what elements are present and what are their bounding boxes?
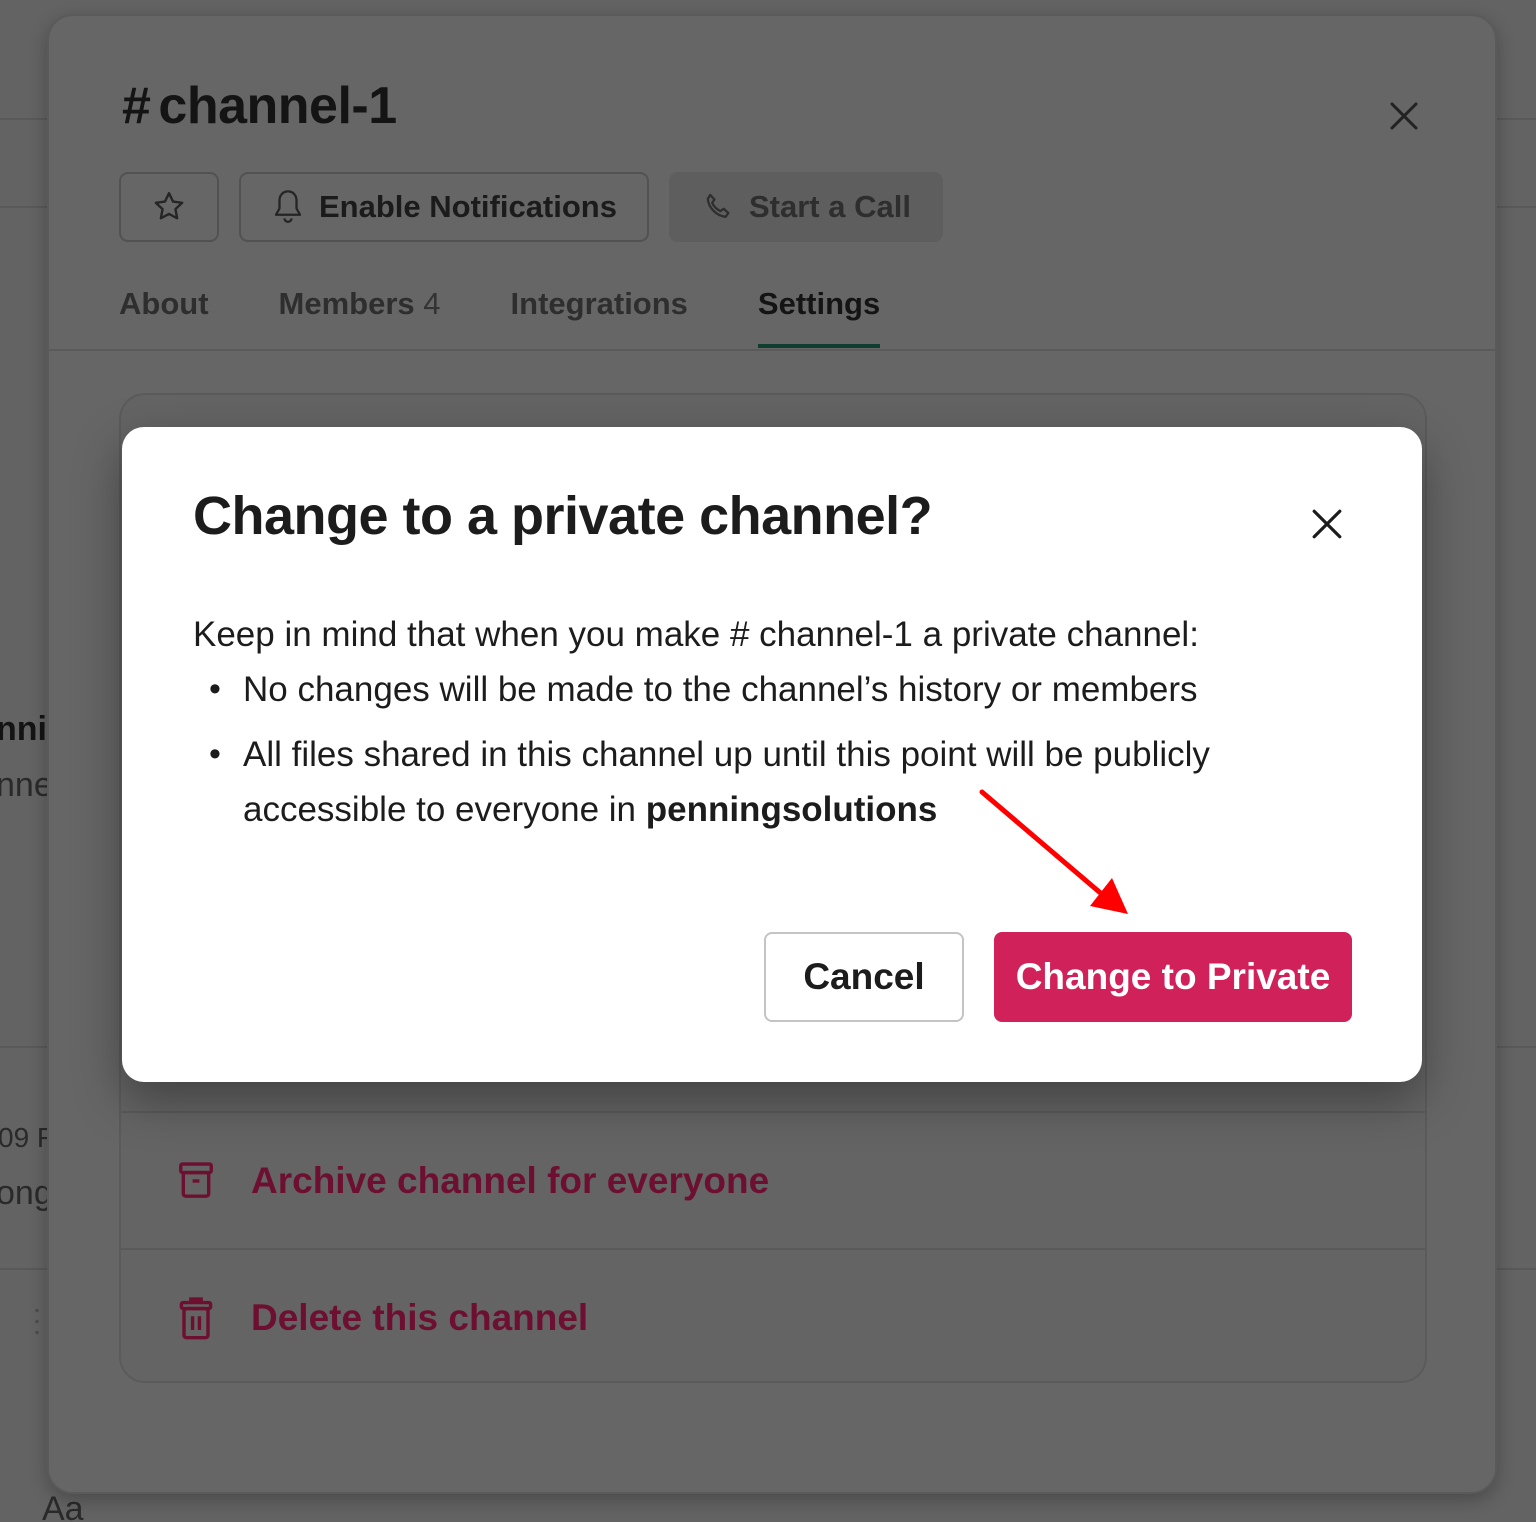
star-button[interactable] — [119, 172, 219, 242]
start-call-button[interactable]: Start a Call — [668, 172, 943, 242]
tab-about[interactable]: About — [119, 286, 209, 344]
panel-close-button[interactable] — [1382, 94, 1426, 138]
phone-icon — [706, 193, 730, 218]
archive-channel-label: Archive channel for everyone — [251, 1159, 770, 1201]
tab-members-label: Members — [278, 286, 415, 321]
archive-channel-row[interactable]: Archive channel for everyone — [121, 1111, 1425, 1248]
cancel-button[interactable]: Cancel — [764, 932, 964, 1022]
delete-channel-label: Delete this channel — [251, 1296, 589, 1338]
enable-notifications-button[interactable]: Enable Notifications — [239, 172, 649, 242]
trash-icon — [179, 1296, 213, 1339]
start-call-label: Start a Call — [748, 189, 911, 224]
tab-members[interactable]: Members 4 — [279, 286, 441, 344]
tab-settings[interactable]: Settings — [757, 286, 881, 348]
dialog-title: Change to a private channel? — [193, 486, 933, 546]
members-count: 4 — [423, 286, 441, 321]
delete-channel-row[interactable]: Delete this channel — [121, 1248, 1425, 1385]
dialog-close-button[interactable] — [1302, 499, 1352, 549]
dialog-bullets: No changes will be made to the channel’s… — [193, 662, 1353, 837]
change-to-private-dialog: Change to a private channel? Keep in min… — [122, 427, 1422, 1082]
bullet-item: All files shared in this channel up unti… — [193, 727, 1353, 837]
panel-title: # channel-1 — [122, 76, 397, 136]
archive-icon — [179, 1161, 213, 1198]
tabs-divider — [49, 349, 1495, 351]
bg-message-text: ong — [0, 1174, 53, 1212]
bell-icon — [274, 190, 302, 223]
bg-composer-format: Aa — [42, 1490, 84, 1522]
panel-action-buttons: Enable Notifications Start a Call — [119, 172, 943, 242]
hash-icon: # — [122, 77, 151, 135]
channel-name: channel-1 — [158, 77, 397, 135]
dialog-intro: Keep in mind that when you make # channe… — [193, 607, 1353, 662]
bullet-item: No changes will be made to the channel’s… — [193, 662, 1353, 717]
bg-timestamp: 09 F — [0, 1122, 55, 1153]
change-to-private-button[interactable]: Change to Private — [994, 932, 1352, 1022]
star-icon — [154, 192, 184, 220]
intro-channel: # channel-1 — [729, 615, 913, 654]
intro-text-end: a private channel: — [912, 615, 1199, 654]
bg-channel-text: nne — [0, 766, 53, 804]
drag-handle-icon — [34, 1305, 40, 1339]
tab-about-label: About — [119, 286, 209, 321]
tab-settings-label: Settings — [757, 286, 881, 321]
close-icon — [1312, 509, 1342, 539]
panel-tabs: About Members 4 Integrations Settings — [119, 286, 881, 348]
tab-integrations[interactable]: Integrations — [511, 286, 688, 344]
tab-integrations-label: Integrations — [510, 286, 688, 321]
workspace-name: penningsolutions — [645, 790, 938, 829]
dialog-body: Keep in mind that when you make # channe… — [193, 607, 1353, 837]
bullet-text: No changes will be made to the channel’s… — [243, 670, 1198, 709]
close-icon — [1390, 102, 1418, 130]
enable-notifications-label: Enable Notifications — [319, 189, 617, 224]
intro-text: Keep in mind that when you make — [193, 615, 730, 654]
bg-workspace-name: nni — [0, 710, 47, 748]
